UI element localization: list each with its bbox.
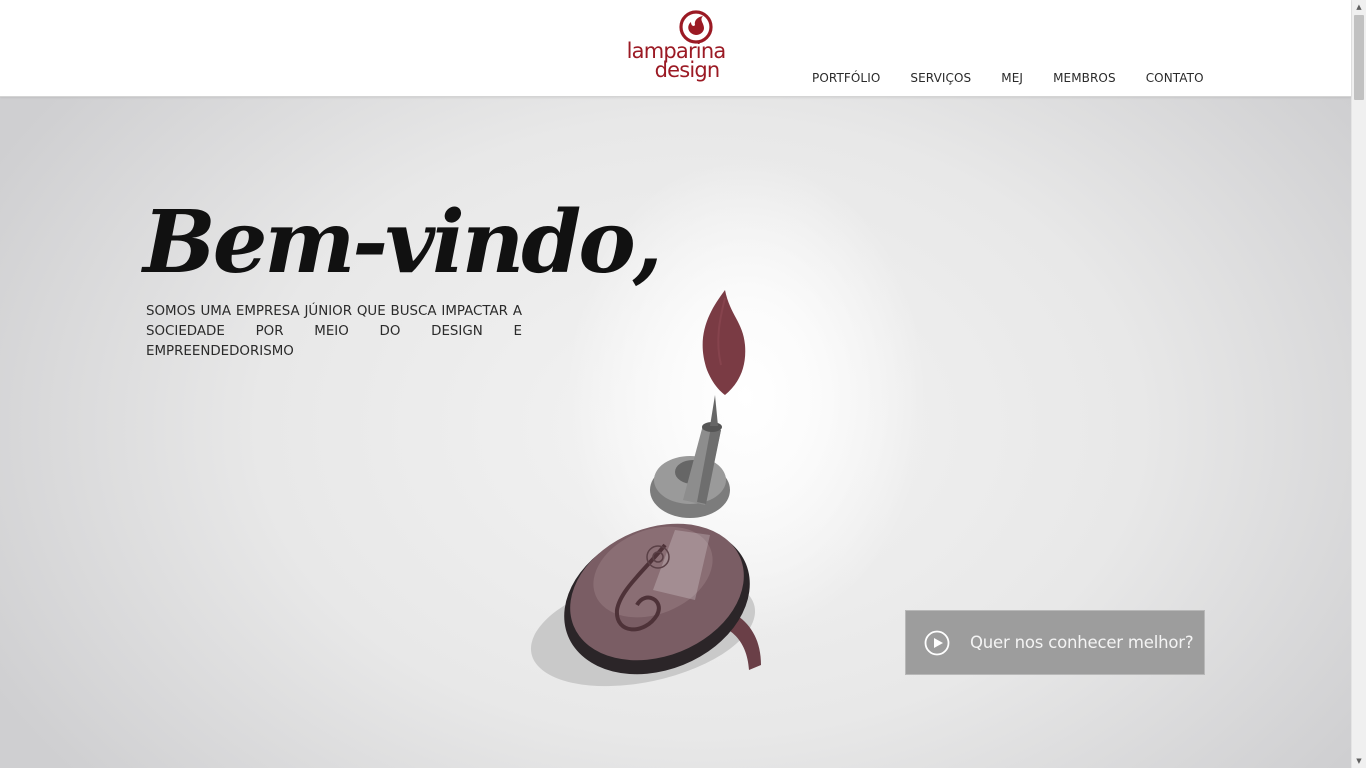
scrollbar-thumb[interactable] — [1354, 15, 1364, 100]
scroll-down-arrow-icon[interactable]: ▼ — [1352, 754, 1366, 768]
hero-subtitle-line-1: SOMOS UMA EMPRESA JÚNIOR QUE BUSCA IMPAC… — [146, 304, 522, 319]
logo-wordmark: lamparina design — [624, 41, 728, 82]
cta-label: Quer nos conhecer melhor? — [970, 633, 1194, 652]
logo-line-2: design — [654, 58, 721, 82]
nav-contato[interactable]: CONTATO — [1146, 71, 1204, 85]
hero-subtitle-line-2: SOCIEDADE POR MEIO DO DESIGN E EMPREENDE… — [146, 324, 522, 359]
site-header: lamparina design PORTFÓLIO SERVIÇOS MEJ … — [0, 0, 1351, 97]
page: lamparina design PORTFÓLIO SERVIÇOS MEJ … — [0, 0, 1366, 768]
hero-headline: Bem-vindo, — [143, 192, 663, 293]
play-circle-icon — [924, 630, 950, 655]
logo-link[interactable]: lamparina design — [624, 10, 728, 88]
hero-subtitle: SOMOS UMA EMPRESA JÚNIOR QUE BUSCA IMPAC… — [146, 302, 522, 362]
scroll-up-arrow-icon[interactable]: ▲ — [1352, 0, 1366, 14]
know-us-better-button[interactable]: Quer nos conhecer melhor? — [905, 610, 1205, 675]
nav-portfolio[interactable]: PORTFÓLIO — [812, 71, 880, 85]
nav-membros[interactable]: MEMBROS — [1053, 71, 1116, 85]
hero-section: Bem-vindo, SOMOS UMA EMPRESA JÚNIOR QUE … — [0, 97, 1351, 768]
nav-mej[interactable]: MEJ — [1001, 71, 1023, 85]
nav-servicos[interactable]: SERVIÇOS — [910, 71, 971, 85]
vertical-scrollbar[interactable]: ▲ ▼ — [1351, 0, 1366, 768]
oil-lamp-illustration — [530, 290, 761, 687]
main-nav: PORTFÓLIO SERVIÇOS MEJ MEMBROS CONTATO — [812, 71, 1204, 85]
